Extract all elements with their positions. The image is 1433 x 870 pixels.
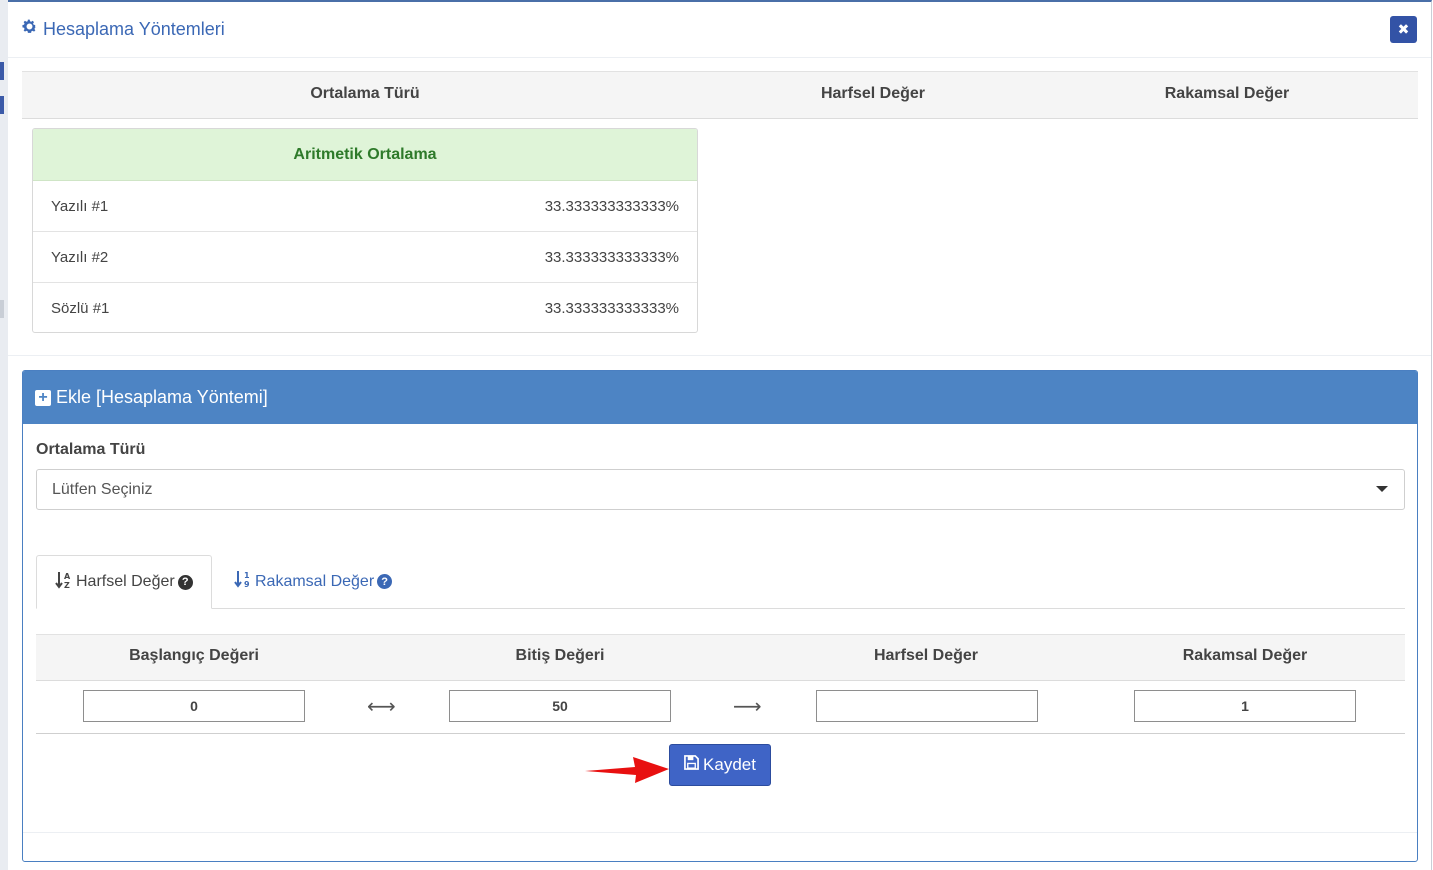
average-type-selected: Lütfen Seçiniz: [52, 480, 153, 498]
svg-text:9: 9: [244, 580, 250, 589]
close-button[interactable]: ✖: [1390, 16, 1417, 43]
average-group-card: Aritmetik Ortalama Yazılı #1 33.33333333…: [32, 128, 698, 333]
exam-weight: 33.333333333333%: [544, 197, 679, 215]
sort-alpha-icon: AZ: [55, 570, 73, 595]
panel-title: Ekle [Hesaplama Yöntemi]: [56, 387, 268, 407]
section-divider: [8, 355, 1431, 356]
arrows-horizontal-icon: ⟷: [367, 696, 396, 718]
column-header-number-value: Rakamsal Değer: [1164, 85, 1290, 102]
close-icon: ✖: [1397, 21, 1410, 37]
tab-label: Harfsel Değer: [76, 573, 175, 590]
page-backdrop: [0, 0, 8, 870]
end-value-input[interactable]: [449, 690, 671, 722]
exam-name: Yazılı #2: [51, 248, 109, 266]
panel-footer: [23, 832, 1417, 861]
panel-header: + Ekle [Hesaplama Yöntemi]: [23, 371, 1417, 424]
range-table-header: Başlangıç Değeri Bitiş Değeri Harfsel De…: [36, 634, 1405, 681]
column-header-letter: Harfsel Değer: [873, 647, 979, 664]
column-header-letter-value: Harfsel Değer: [820, 85, 926, 102]
tab-letter-value[interactable]: AZ Harfsel Değer ?: [36, 555, 212, 609]
gear-icon: [21, 18, 38, 40]
exam-weight: 33.333333333333%: [544, 248, 679, 266]
average-type-select[interactable]: Lütfen Seçiniz: [36, 469, 1405, 510]
modal-header: Hesaplama Yöntemleri ✖: [8, 2, 1431, 58]
modal-title-text: Hesaplama Yöntemleri: [43, 18, 225, 39]
average-type-label: Ortalama Türü: [36, 441, 146, 458]
help-icon[interactable]: ?: [177, 574, 193, 590]
save-icon: [684, 755, 699, 775]
exam-name: Sözlü #1: [51, 300, 110, 317]
modal-title: Hesaplama Yöntemleri: [21, 18, 225, 40]
help-icon[interactable]: ?: [377, 574, 393, 589]
plus-square-icon: +: [35, 389, 51, 406]
exam-weight: 33.333333333333%: [544, 300, 679, 317]
number-value-input[interactable]: [1134, 690, 1356, 722]
column-header-start: Başlangıç Değeri: [129, 647, 259, 664]
save-button[interactable]: Kaydet: [669, 744, 771, 786]
column-header-end: Bitiş Değeri: [515, 647, 605, 664]
column-header-number: Rakamsal Değer: [1182, 647, 1308, 664]
svg-text:1: 1: [244, 571, 250, 580]
table-row: ⟷ ⟶: [36, 680, 1405, 734]
save-label: Kaydet: [703, 755, 756, 774]
red-arrow-annotation-icon: [585, 757, 669, 783]
exam-name: Yazılı #1: [51, 197, 109, 215]
average-group-title: Aritmetik Ortalama: [33, 129, 697, 181]
sort-numeric-icon: 19: [234, 569, 252, 594]
tab-label: Rakamsal Değer: [255, 572, 375, 590]
add-method-panel: + Ekle [Hesaplama Yöntemi] Ortalama Türü…: [22, 370, 1418, 862]
arrow-right-icon: ⟶: [733, 696, 762, 718]
list-item: Yazılı #1 33.333333333333%: [33, 181, 697, 232]
svg-text:Z: Z: [64, 581, 70, 590]
svg-text:A: A: [64, 572, 71, 581]
calculation-methods-modal: Hesaplama Yöntemleri ✖ Ortalama Türü Har…: [8, 0, 1432, 870]
tab-number-value[interactable]: 19 Rakamsal Değer ?: [216, 555, 410, 608]
value-type-tabs: AZ Harfsel Değer ? 19 Rakamsal Değer ?: [36, 555, 1405, 609]
methods-table-header: Ortalama Türü Harfsel Değer Rakamsal Değ…: [22, 71, 1418, 119]
list-item: Yazılı #2 33.333333333333%: [33, 232, 697, 283]
start-value-input[interactable]: [83, 690, 305, 722]
list-item: Sözlü #1 33.333333333333%: [33, 283, 697, 332]
column-header-average-type: Ortalama Türü: [310, 85, 420, 102]
caret-down-icon: [1376, 486, 1388, 492]
letter-value-input[interactable]: [816, 690, 1038, 722]
